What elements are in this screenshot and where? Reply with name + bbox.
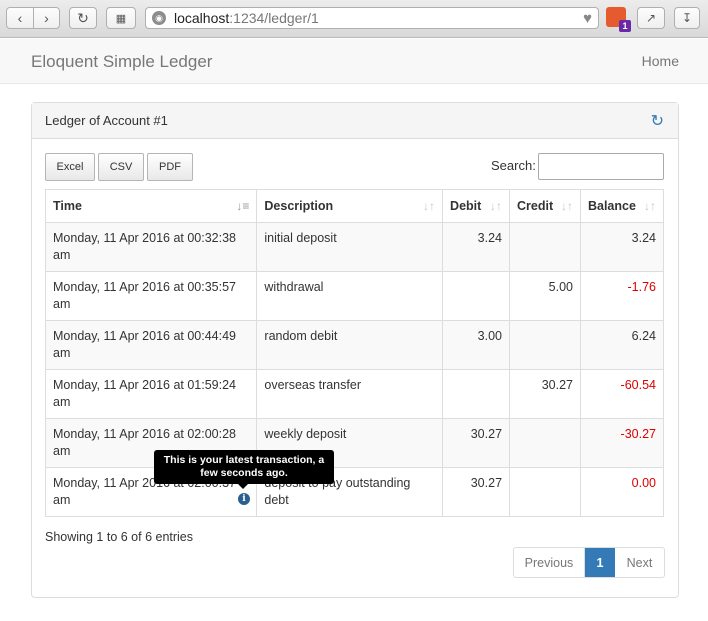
grid-icon[interactable]: ▦ (106, 7, 136, 29)
search-input[interactable] (538, 153, 664, 180)
cell-description: initial deposit (256, 222, 444, 272)
cell-balance: 6.24 (579, 320, 665, 370)
share-icon[interactable]: ↗ (637, 7, 665, 29)
table-row: Monday, 11 Apr 2016 at 00:35:57 am withd… (44, 271, 665, 321)
cell-debit: 30.27 (442, 467, 511, 517)
cell-credit (509, 320, 581, 370)
pagination: Previous 1 Next (513, 547, 665, 578)
column-header-debit[interactable]: Debit ↓↑ (442, 189, 511, 223)
sort-icon: ↓↑ (423, 199, 436, 213)
cell-time: Monday, 11 Apr 2016 at 01:59:24 am (44, 369, 258, 419)
table-row: Monday, 11 Apr 2016 at 02:00:28 am weekl… (44, 418, 665, 468)
cell-time: Monday, 11 Apr 2016 at 00:35:57 am (44, 271, 258, 321)
cell-debit (442, 271, 511, 321)
previous-page-button[interactable]: Previous (514, 548, 585, 577)
cell-time: Monday, 11 Apr 2016 at 00:32:38 am (44, 222, 258, 272)
panel-title: Ledger of Account #1 (45, 113, 168, 128)
cell-credit: 5.00 (509, 271, 581, 321)
table-row: Monday, 11 Apr 2016 at 02:00:37 am depos… (44, 467, 665, 517)
cell-debit: 3.24 (442, 222, 511, 272)
cell-balance: -1.76 (579, 271, 665, 321)
column-header-balance[interactable]: Balance ↓↑ (579, 189, 665, 223)
cell-debit (442, 369, 511, 419)
latest-transaction-tooltip: This is your latest transaction, a few s… (154, 450, 334, 489)
sort-icon: ↓↑ (490, 199, 503, 213)
table-row: Monday, 11 Apr 2016 at 00:32:38 am initi… (44, 222, 665, 272)
sort-asc-icon: ↓≡ (236, 199, 250, 213)
ledger-table: Time ↓≡ Description ↓↑ Debit ↓↑ Credit ↓↑ Ba… (44, 189, 665, 517)
address-bar[interactable]: ◉ localhost:1234/ledger/1 ♥ (145, 7, 599, 29)
cell-debit: 3.00 (442, 320, 511, 370)
cell-debit: 30.27 (442, 418, 511, 468)
table-header-row: Time ↓≡ Description ↓↑ Debit ↓↑ Credit ↓↑ Ba… (44, 189, 665, 223)
cell-credit: 30.27 (509, 369, 581, 419)
extension-button[interactable]: 1 (606, 7, 631, 32)
cell-balance: 0.00 (579, 467, 665, 517)
csv-button[interactable]: CSV (98, 153, 144, 181)
url-path: :1234/ledger/1 (229, 10, 319, 26)
sort-icon: ↓↑ (644, 199, 656, 213)
table-info: Showing 1 to 6 of 6 entries (45, 530, 194, 544)
refresh-icon[interactable]: ↻ (651, 111, 664, 131)
cell-balance: 3.24 (579, 222, 665, 272)
cell-description: overseas transfer (256, 369, 444, 419)
heart-icon[interactable]: ♥ (583, 10, 592, 27)
brand-title[interactable]: Eloquent Simple Ledger (31, 52, 212, 72)
browser-toolbar: ‹ › ↻ ▦ ◉ localhost:1234/ledger/1 ♥ 1 ↗ … (0, 0, 708, 38)
excel-button[interactable]: Excel (45, 153, 95, 181)
download-icon[interactable]: ↧ (674, 7, 700, 29)
forward-icon[interactable]: › (32, 8, 59, 28)
cell-balance: -60.54 (579, 369, 665, 419)
globe-icon: ◉ (152, 11, 166, 25)
table-row: Monday, 11 Apr 2016 at 00:44:49 am rando… (44, 320, 665, 370)
search-label: Search: (491, 158, 536, 173)
cell-credit (509, 467, 581, 517)
pdf-button[interactable]: PDF (147, 153, 193, 181)
cell-description: random debit (256, 320, 444, 370)
app-navbar: Eloquent Simple Ledger Home (0, 39, 708, 84)
url-host: localhost (174, 10, 230, 26)
column-header-time[interactable]: Time ↓≡ (44, 189, 258, 223)
cell-balance: -30.27 (579, 418, 665, 468)
page-1-button[interactable]: 1 (585, 548, 615, 577)
column-header-description[interactable]: Description ↓↑ (256, 189, 444, 223)
back-icon[interactable]: ‹ (7, 8, 33, 28)
cell-description: withdrawal (256, 271, 444, 321)
home-link[interactable]: Home (642, 53, 679, 69)
info-icon[interactable]: i (238, 493, 250, 505)
table-row: Monday, 11 Apr 2016 at 01:59:24 am overs… (44, 369, 665, 419)
panel-header: Ledger of Account #1 ↻ (32, 103, 678, 139)
cell-credit (509, 418, 581, 468)
cell-credit (509, 222, 581, 272)
sort-icon: ↓↑ (560, 199, 573, 213)
reload-icon[interactable]: ↻ (69, 7, 97, 29)
next-page-button[interactable]: Next (615, 548, 664, 577)
cell-time: Monday, 11 Apr 2016 at 00:44:49 am (44, 320, 258, 370)
nav-buttons: ‹ › (6, 7, 60, 29)
extension-badge: 1 (619, 20, 631, 32)
column-header-credit[interactable]: Credit ↓↑ (509, 189, 581, 223)
